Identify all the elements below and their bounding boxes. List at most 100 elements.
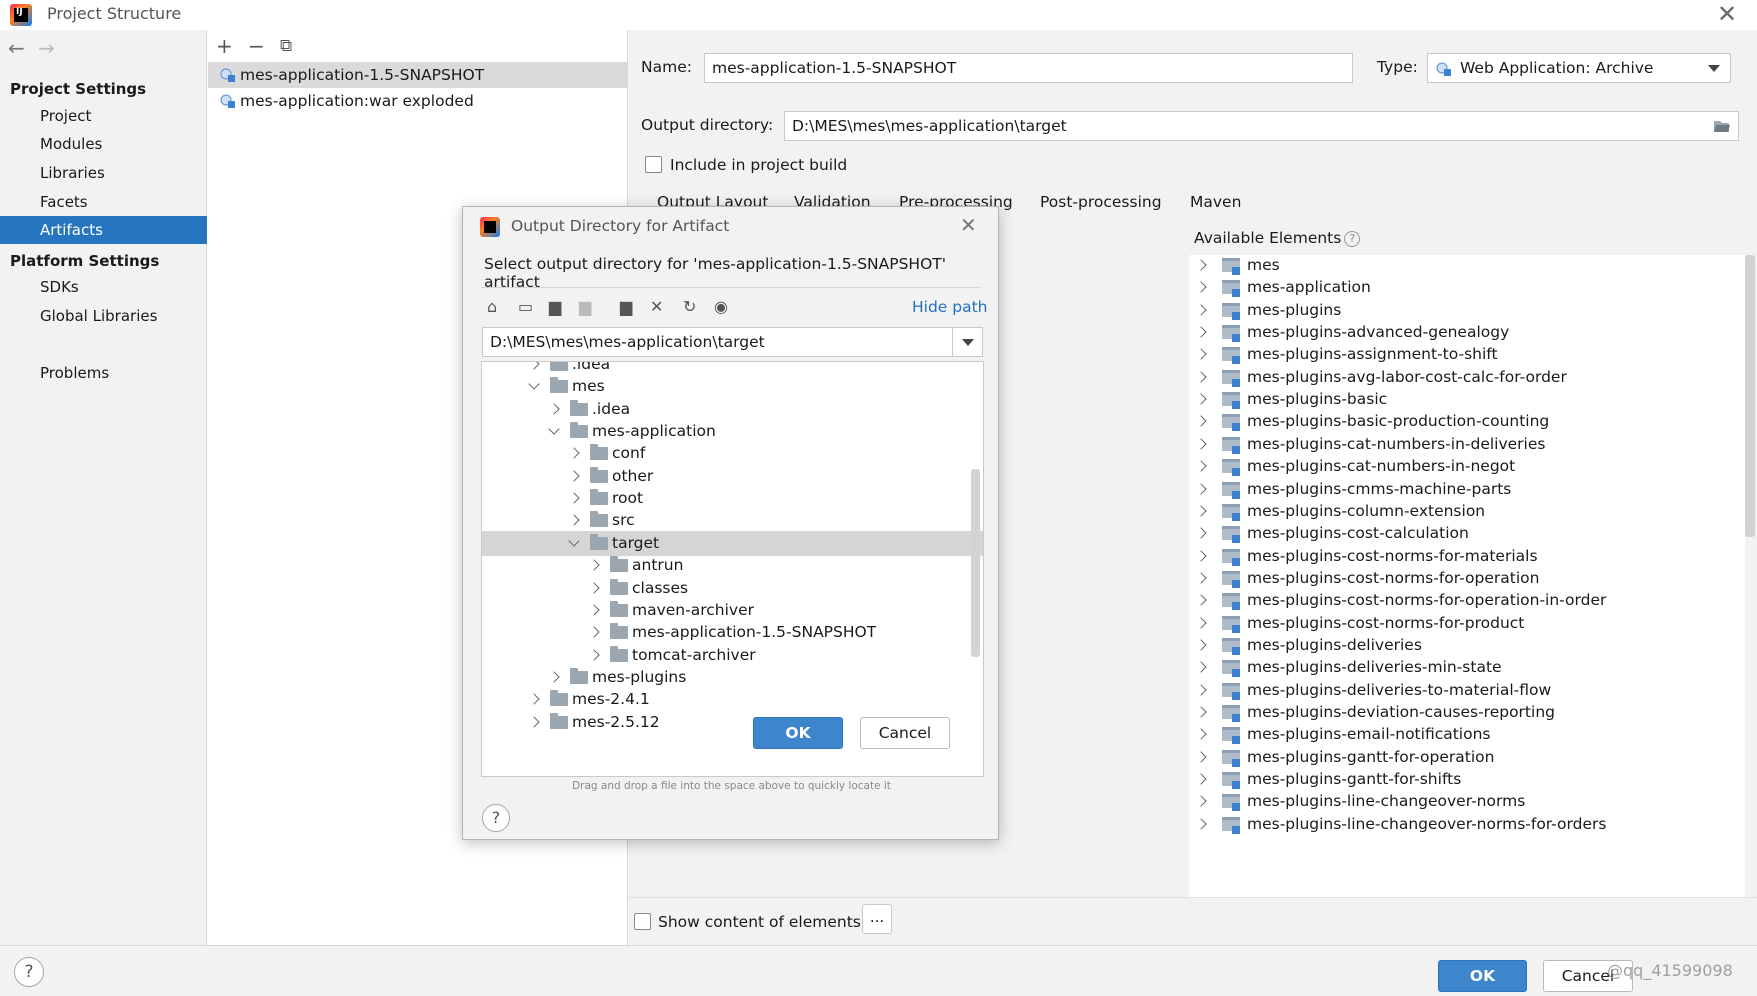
tab-maven[interactable]: Maven (1190, 193, 1241, 211)
directory-item[interactable]: classes (482, 576, 983, 601)
chevron-right-icon[interactable] (568, 514, 580, 527)
available-element-item[interactable]: mes-plugins-column-extension (1189, 499, 1745, 524)
chevron-right-icon[interactable] (1195, 348, 1207, 361)
show-hidden-icon[interactable]: ◉ (714, 297, 728, 316)
tab-post-processing[interactable]: Post-processing (1040, 193, 1162, 211)
chevron-right-icon[interactable] (1195, 549, 1207, 562)
artifact-item[interactable]: mes-application:war exploded (208, 88, 627, 114)
chevron-right-icon[interactable] (1195, 326, 1207, 338)
chevron-right-icon[interactable] (588, 559, 600, 571)
chevron-right-icon[interactable] (1195, 728, 1207, 741)
sidebar-item-artifacts[interactable]: Artifacts (0, 216, 207, 244)
chevron-right-icon[interactable] (528, 693, 540, 705)
type-select[interactable]: Web Application: Archive (1427, 53, 1731, 83)
available-element-item[interactable]: mes-plugins-basic-production-counting (1189, 409, 1745, 434)
chevron-right-icon[interactable] (1195, 795, 1207, 808)
chevron-down-icon[interactable] (548, 423, 560, 435)
chevron-down-icon[interactable] (952, 328, 982, 356)
copy-icon[interactable]: ⧉ (280, 36, 292, 56)
refresh-icon[interactable]: ↻ (683, 297, 696, 316)
directory-item[interactable]: antrun (482, 553, 983, 578)
include-build-checkbox[interactable] (645, 156, 662, 173)
chevron-right-icon[interactable] (588, 604, 600, 616)
chevron-right-icon[interactable] (588, 626, 600, 638)
available-element-item[interactable]: mes-plugins-deviation-causes-reporting (1189, 700, 1745, 725)
dialog-ok-button[interactable]: OK (753, 717, 843, 749)
chevron-right-icon[interactable] (1195, 415, 1207, 428)
available-element-item[interactable]: mes-plugins-deliveries-to-material-flow (1189, 678, 1745, 703)
directory-item[interactable]: mes (482, 374, 983, 399)
forward-arrow-icon[interactable]: → (38, 36, 55, 60)
chevron-right-icon[interactable] (548, 671, 560, 683)
chevron-right-icon[interactable] (588, 581, 600, 594)
directory-item[interactable]: mes-2.4.1 (482, 687, 983, 712)
available-element-item[interactable]: mes-plugins-cost-norms-for-materials (1189, 544, 1745, 569)
sidebar-item-project[interactable]: Project (0, 102, 207, 130)
directory-item[interactable]: maven-archiver (482, 598, 983, 623)
chevron-right-icon[interactable] (1195, 304, 1207, 316)
available-element-item[interactable]: mes-plugins-avg-labor-cost-calc-for-orde… (1189, 365, 1745, 390)
chevron-right-icon[interactable] (568, 492, 580, 504)
chevron-right-icon[interactable] (1195, 616, 1207, 629)
add-icon[interactable]: + (216, 34, 233, 58)
available-element-item[interactable]: mes-plugins-assignment-to-shift (1189, 342, 1745, 367)
available-element-item[interactable]: mes-plugins-email-notifications (1189, 722, 1745, 747)
close-icon[interactable]: ✕ (960, 213, 977, 237)
available-element-item[interactable]: mes-plugins-basic (1189, 387, 1745, 412)
sidebar-item-facets[interactable]: Facets (0, 188, 207, 216)
available-element-item[interactable]: mes-plugins (1189, 298, 1745, 323)
chevron-right-icon[interactable] (1195, 438, 1207, 450)
available-element-item[interactable]: mes-plugins-cost-calculation (1189, 521, 1745, 546)
sidebar-item-libraries[interactable]: Libraries (0, 159, 207, 187)
show-content-checkbox[interactable] (634, 913, 651, 930)
chevron-right-icon[interactable] (1195, 393, 1207, 405)
available-element-item[interactable]: mes-plugins-line-changeover-norms (1189, 789, 1745, 814)
directory-item[interactable]: target (482, 530, 983, 556)
directory-item[interactable]: tomcat-archiver (482, 643, 983, 668)
available-element-item[interactable]: mes-plugins-advanced-genealogy (1189, 320, 1745, 345)
directory-item[interactable]: conf (482, 441, 983, 466)
available-element-item[interactable]: mes-plugins-gantt-for-operation (1189, 745, 1745, 770)
folder-open-icon[interactable] (1713, 119, 1731, 133)
available-element-item[interactable]: mes-plugins-gantt-for-shifts (1189, 767, 1745, 792)
sidebar-item-global-libraries[interactable]: Global Libraries (0, 302, 207, 330)
available-element-item[interactable]: mes-plugins-deliveries (1189, 633, 1745, 658)
help-button[interactable]: ? (482, 804, 510, 832)
ok-button[interactable]: OK (1438, 960, 1527, 992)
directory-item[interactable]: mes-application-1.5-SNAPSHOT (482, 620, 983, 645)
directory-item[interactable]: other (482, 464, 983, 489)
chevron-right-icon[interactable] (1195, 594, 1207, 606)
chevron-right-icon[interactable] (1195, 639, 1207, 651)
artifact-item[interactable]: mes-application-1.5-SNAPSHOT (208, 62, 627, 88)
chevron-right-icon[interactable] (1195, 482, 1207, 495)
back-arrow-icon[interactable]: ← (8, 36, 25, 60)
available-element-item[interactable]: mes-plugins-cat-numbers-in-deliveries (1189, 432, 1745, 457)
chevron-down-icon[interactable] (568, 535, 580, 547)
dialog-cancel-button[interactable]: Cancel (860, 717, 950, 749)
delete-icon[interactable]: ✕ (650, 297, 663, 316)
directory-item[interactable]: mes-application (482, 419, 983, 444)
chevron-right-icon[interactable] (1195, 706, 1207, 718)
module-folder-icon[interactable]: ▆ (579, 297, 591, 316)
chevron-right-icon[interactable] (548, 403, 560, 415)
directory-item[interactable]: mes-plugins (482, 665, 983, 690)
chevron-right-icon[interactable] (1195, 460, 1207, 472)
path-input[interactable]: D:\MES\mes\mes-application\target (482, 327, 983, 357)
hide-path-link[interactable]: Hide path (912, 298, 988, 316)
directory-item[interactable]: .idea (482, 397, 983, 422)
scrollbar[interactable] (1745, 255, 1755, 537)
scrollbar[interactable] (971, 469, 980, 657)
chevron-right-icon[interactable] (1195, 527, 1207, 539)
chevron-right-icon[interactable] (528, 362, 540, 370)
output-directory-field[interactable]: D:\MES\mes\mes-application\target (784, 111, 1739, 141)
available-element-item[interactable]: mes-plugins-cost-norms-for-operation (1189, 566, 1745, 591)
chevron-right-icon[interactable] (1195, 683, 1207, 696)
available-element-item[interactable]: mes-plugins-cost-norms-for-product (1189, 611, 1745, 636)
available-element-item[interactable]: mes-plugins-cat-numbers-in-negot (1189, 454, 1745, 479)
chevron-right-icon[interactable] (1195, 281, 1207, 294)
help-icon[interactable]: ? (1344, 231, 1361, 247)
desktop-icon[interactable]: ▭ (518, 297, 533, 316)
chevron-right-icon[interactable] (1195, 818, 1207, 830)
help-button[interactable]: ? (14, 957, 44, 987)
available-element-item[interactable]: mes-plugins-cost-norms-for-operation-in-… (1189, 588, 1745, 613)
